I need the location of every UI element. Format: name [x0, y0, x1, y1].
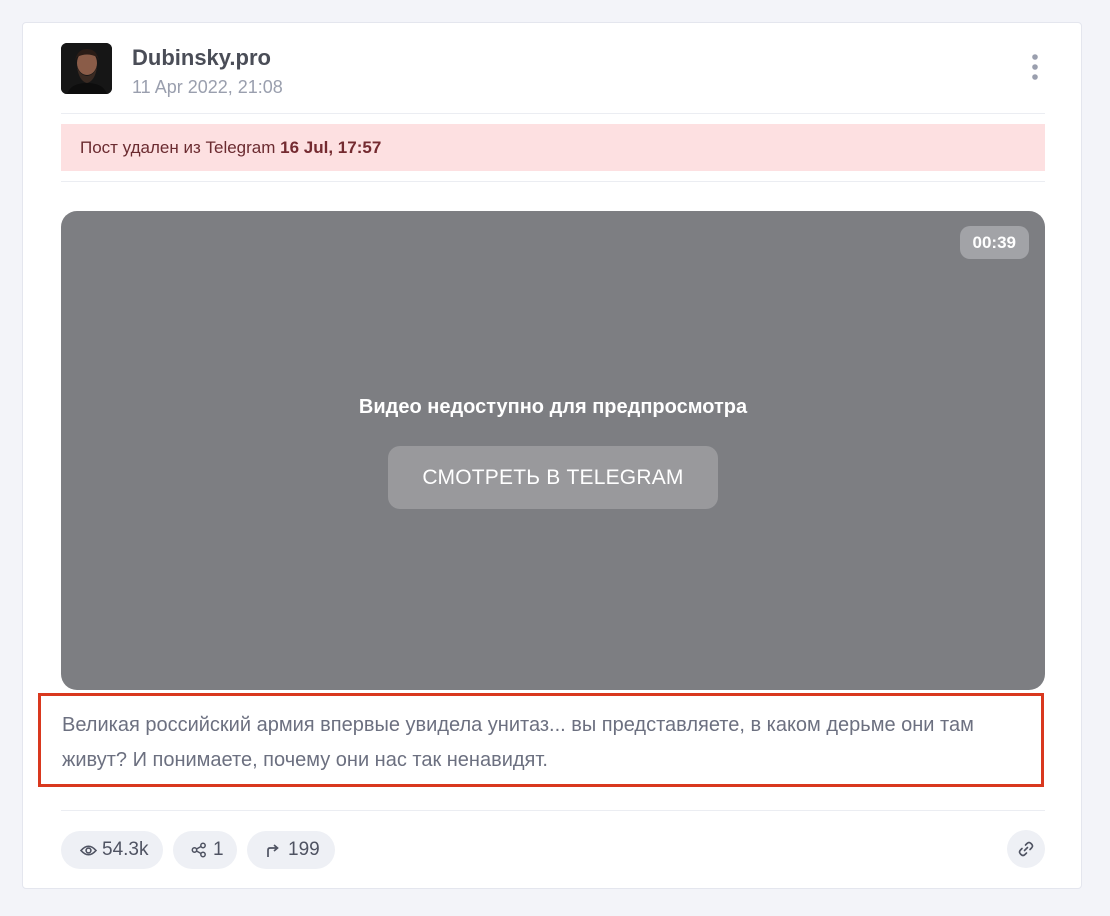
views-counter[interactable]: 54.3k [61, 831, 163, 869]
banner-divider [61, 181, 1045, 182]
share-icon [191, 842, 206, 858]
views-count: 54.3k [102, 839, 149, 860]
deleted-notice-text: Пост удален из Telegram [80, 138, 276, 157]
shares-count: 1 [213, 839, 224, 860]
header-divider [61, 113, 1045, 114]
watch-in-telegram-button[interactable]: СМОТРЕТЬ В TELEGRAM [388, 446, 718, 509]
deleted-notice: Пост удален из Telegram 16 Jul, 17:57 [61, 124, 1045, 171]
forwards-counter[interactable]: 199 [247, 831, 335, 869]
avatar-image [61, 43, 112, 94]
eye-icon [80, 844, 97, 856]
deleted-at-time: 16 Jul, 17:57 [280, 138, 382, 157]
post-date: 11 Apr 2022, 21:08 [132, 77, 283, 97]
channel-name[interactable]: Dubinsky.pro [132, 45, 271, 71]
more-options-button[interactable] [1025, 53, 1045, 83]
post-footer: 54.3k 1 199 [61, 830, 1045, 869]
video-preview: 00:39 Видео недоступно для предпросмотра… [61, 211, 1045, 690]
copy-link-button[interactable] [1007, 830, 1045, 868]
avatar[interactable] [61, 43, 112, 94]
video-unavailable-text: Видео недоступно для предпросмотра [358, 396, 748, 418]
forwards-count: 199 [288, 839, 320, 860]
forward-arrow-icon [267, 843, 279, 857]
shares-counter[interactable]: 1 [173, 831, 237, 869]
link-icon [1018, 841, 1034, 857]
post-card: Dubinsky.pro 11 Apr 2022, 21:08 Пост уда… [22, 22, 1082, 889]
vertical-dots-icon [1032, 54, 1038, 80]
video-duration-badge: 00:39 [959, 226, 1029, 259]
post-text: Великая российский армия впервые увидела… [38, 693, 1044, 787]
post-header: Dubinsky.pro 11 Apr 2022, 21:08 [61, 43, 1045, 113]
footer-divider [61, 810, 1045, 811]
